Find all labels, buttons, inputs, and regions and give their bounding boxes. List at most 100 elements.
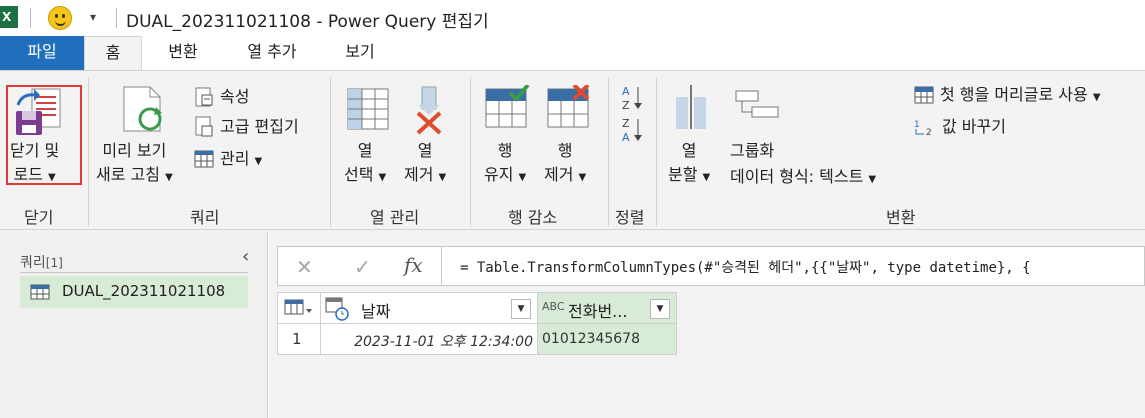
title-bar: X ▾ DUAL_202311021108 - Power Query 편집기 — [0, 0, 1145, 36]
data-type-dropdown[interactable]: 데이터 형식: 텍스트 ▼ — [730, 165, 876, 192]
excel-app-icon: X — [0, 6, 18, 28]
collapse-pane-button[interactable]: ‹ — [242, 246, 249, 267]
manage-table-icon — [194, 150, 214, 168]
svg-text:A: A — [622, 85, 630, 98]
queries-count: [1] — [45, 256, 63, 270]
group-by-button[interactable]: 그룹화 — [730, 139, 774, 163]
tab-view[interactable]: 보기 — [330, 36, 390, 70]
choose-columns-icon — [347, 88, 389, 130]
group-by-icon — [735, 90, 779, 118]
group-label-reduce-rows: 행 감소 — [508, 208, 558, 227]
ribbon-tabs: 파일 홈 변환 열 추가 보기 — [0, 36, 1145, 71]
first-row-headers-icon — [914, 86, 934, 104]
group-label-manage-columns: 열 관리 — [370, 208, 420, 227]
remove-columns-icon — [416, 86, 442, 135]
tab-home[interactable]: 홈 — [84, 36, 142, 71]
divider — [20, 272, 248, 273]
first-row-headers-label: 첫 행을 머리글로 사용 ▼ — [940, 85, 1101, 104]
table-menu-button[interactable] — [277, 292, 321, 324]
divider — [88, 77, 89, 227]
sort-ascending-icon[interactable]: A Z — [620, 83, 646, 113]
divider — [330, 77, 331, 227]
filter-dropdown-phone[interactable]: ▼ — [650, 299, 670, 319]
remove-rows-icon — [547, 85, 590, 128]
table-cell-date[interactable]: 2023-11-01 오후 12:34:00 — [320, 323, 538, 355]
refresh-preview-icon — [123, 86, 162, 132]
keep-rows-button[interactable]: 행 유지 ▼ — [484, 139, 526, 190]
group-label-query: 쿼리 — [190, 208, 220, 227]
close-and-load-label-2: 로드 — [13, 165, 43, 184]
split-column-label-1: 열 — [681, 141, 697, 160]
properties-icon — [195, 87, 213, 107]
data-type-label: 데이터 형식: 텍스트 — [730, 167, 864, 186]
refresh-label-1: 미리 보기 — [102, 141, 167, 160]
queries-pane: 쿼리[1] ‹ DUAL_202311021108 — [0, 232, 268, 418]
data-grid: 날짜 ▼ ABC 전화번... ▼ 1 2023-11-01 오후 12:34:… — [277, 292, 677, 356]
row-number: 1 — [292, 330, 302, 348]
choose-columns-button[interactable]: 열 선택 ▼ — [344, 139, 386, 190]
svg-text:2: 2 — [926, 128, 932, 137]
split-column-label-2: 분할 — [668, 165, 698, 184]
quick-access-customize-button[interactable]: ▾ — [90, 10, 96, 24]
advanced-editor-icon — [195, 116, 213, 137]
group-label-sort: 정렬 — [615, 208, 645, 227]
close-and-load-label-1: 닫기 및 — [10, 141, 60, 160]
fx-icon[interactable]: fx — [404, 253, 423, 277]
close-and-load-button[interactable]: 닫기 및 로드 ▼ — [10, 139, 59, 190]
choose-columns-label-2: 선택 — [344, 165, 374, 184]
column-header-date[interactable]: 날짜 ▼ — [320, 292, 538, 324]
text-type-icon: ABC — [542, 300, 565, 313]
ribbon: 닫기 및 로드 ▼ 닫기 미리 보기 새로 고침 ▼ 속성 고급 편집기 관리 … — [0, 70, 1145, 230]
query-list-item[interactable]: DUAL_202311021108 — [20, 276, 248, 308]
column-name-phone: 전화번... — [568, 302, 628, 321]
formula-input[interactable]: = Table.TransformColumnTypes(#"승격된 헤더",{… — [460, 257, 1031, 277]
keep-rows-label-1: 행 — [497, 141, 513, 160]
queries-title: 쿼리 — [20, 255, 46, 271]
group-label-transform: 변환 — [886, 208, 916, 227]
column-header-phone[interactable]: ABC 전화번... ▼ — [537, 292, 677, 324]
divider — [470, 77, 471, 227]
split-column-icon — [676, 85, 706, 129]
divider — [116, 8, 117, 28]
cell-value-date: 2023-11-01 오후 12:34:00 — [354, 334, 533, 350]
svg-text:A: A — [622, 131, 630, 144]
cancel-icon[interactable]: ✕ — [296, 255, 313, 279]
close-and-load-icon — [16, 88, 61, 135]
tab-file[interactable]: 파일 — [0, 36, 84, 70]
replace-values-label: 값 바꾸기 — [942, 117, 1006, 136]
svg-text:Z: Z — [622, 117, 630, 130]
table-icon — [284, 299, 312, 315]
smiley-feedback-icon[interactable] — [48, 6, 72, 30]
split-column-button[interactable]: 열 분할 ▼ — [668, 139, 710, 190]
remove-rows-label-2: 제거 — [544, 165, 574, 184]
tab-add-column[interactable]: 열 추가 — [232, 36, 312, 70]
formula-bar: ✕ ✓ fx = Table.TransformColumnTypes(#"승격… — [277, 246, 1145, 286]
group-label-close: 닫기 — [24, 208, 54, 227]
column-name-date: 날짜 — [361, 302, 391, 321]
row-number-cell[interactable]: 1 — [277, 323, 321, 355]
divider — [30, 8, 31, 28]
query-item-label: DUAL_202311021108 — [62, 282, 226, 300]
advanced-editor-label: 고급 편집기 — [220, 117, 299, 136]
remove-rows-button[interactable]: 행 제거 ▼ — [544, 139, 586, 190]
refresh-preview-button[interactable]: 미리 보기 새로 고침 ▼ — [96, 139, 173, 190]
confirm-icon[interactable]: ✓ — [354, 255, 371, 279]
replace-values-icon: 1 2 — [914, 120, 932, 137]
remove-columns-button[interactable]: 열 제거 ▼ — [404, 139, 446, 190]
sort-descending-icon[interactable]: Z A — [620, 115, 646, 145]
svg-text:1: 1 — [914, 120, 920, 130]
refresh-label-2: 새로 고침 — [96, 165, 160, 184]
remove-columns-label-2: 제거 — [404, 165, 434, 184]
main-area: ✕ ✓ fx = Table.TransformColumnTypes(#"승격… — [269, 232, 1145, 418]
tab-transform[interactable]: 변환 — [150, 36, 216, 70]
table-cell-phone[interactable]: 01012345678 — [537, 323, 677, 355]
filter-dropdown-date[interactable]: ▼ — [511, 299, 531, 319]
divider — [608, 77, 609, 227]
properties-label: 속성 — [220, 87, 250, 106]
table-icon — [30, 284, 50, 300]
manage-label: 관리 ▼ — [220, 149, 263, 168]
window-title: DUAL_202311021108 - Power Query 편집기 — [126, 12, 489, 32]
queries-header: 쿼리[1] — [20, 252, 63, 272]
keep-rows-icon — [485, 85, 530, 128]
divider — [656, 77, 657, 227]
